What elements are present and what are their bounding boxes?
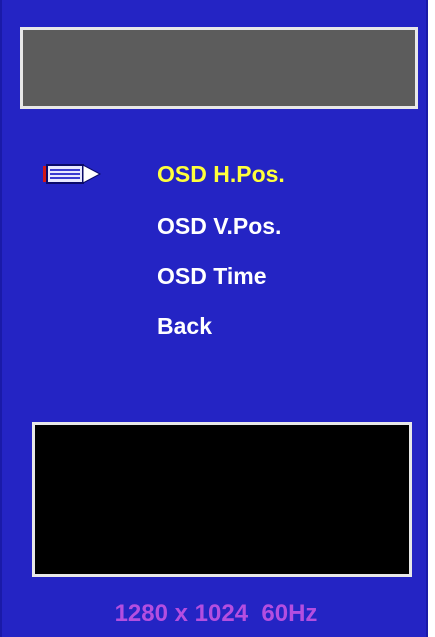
menu-item-osd-time[interactable]: OSD Time [157,256,267,296]
menu-item-osd-hpos[interactable]: OSD H.Pos. [157,154,285,194]
resolution-status: 1280 x 1024 60Hz [114,600,318,627]
pencil-pointer-icon [43,164,102,184]
osd-preview-box [32,422,412,577]
menu-item-back[interactable]: Back [157,306,212,346]
menu-item-osd-vpos[interactable]: OSD V.Pos. [157,206,281,246]
osd-title-box [20,27,418,109]
osd-menu-panel: OSD H.Pos. OSD V.Pos. OSD Time Back 1280… [0,0,428,637]
